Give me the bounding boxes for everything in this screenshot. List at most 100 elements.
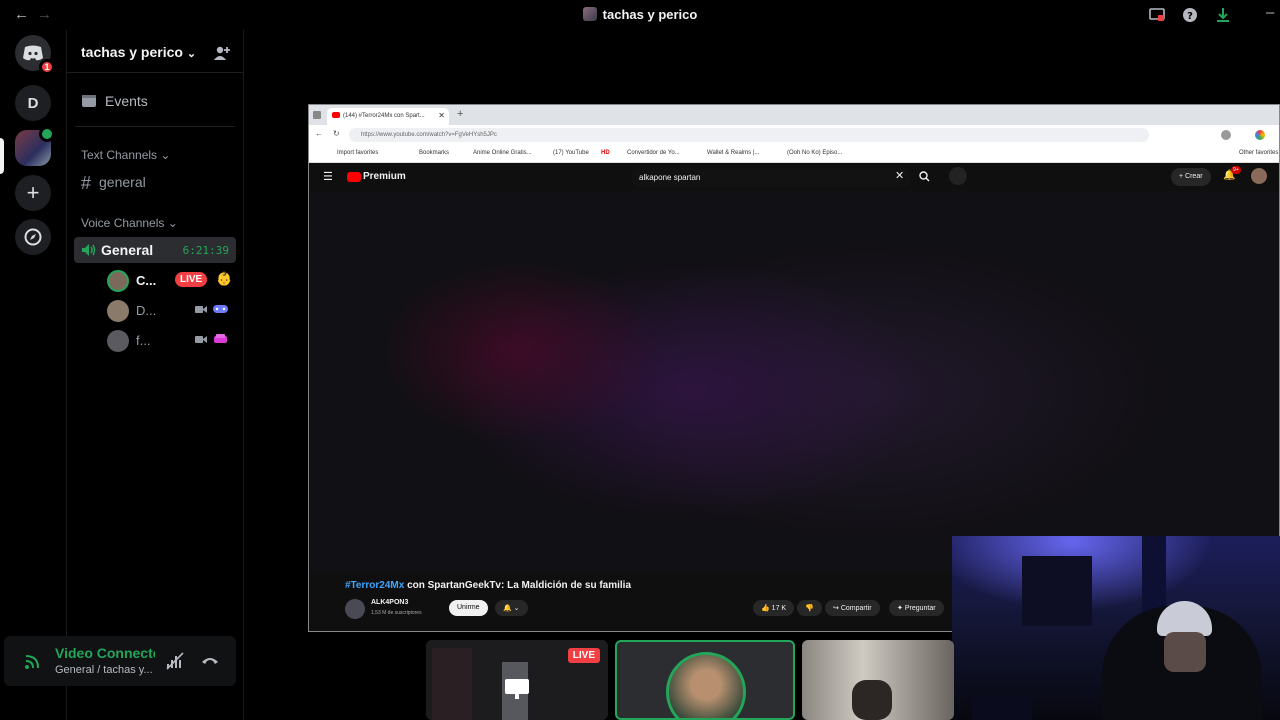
server-icon xyxy=(582,7,597,21)
category-text-channels[interactable]: Text Channels ⌄ xyxy=(81,148,170,162)
voice-channel-name: General xyxy=(101,242,154,258)
camera-tile-speaking[interactable] xyxy=(615,640,795,720)
subscribed-bell-button[interactable]: 🔔 ⌄ xyxy=(495,600,528,616)
bookmark-item[interactable]: Import favorites xyxy=(337,150,378,156)
discord-home-icon[interactable]: 1 xyxy=(15,35,55,75)
share-button[interactable]: ↪ Compartir xyxy=(825,600,880,616)
youtube-search-input[interactable]: alkapone spartan xyxy=(631,167,911,187)
bookmarks-bar: Import favorites Bookmarks Anime Online … xyxy=(309,145,1279,163)
download-icon[interactable] xyxy=(1215,7,1231,23)
voice-member[interactable]: C... LIVE 👶 xyxy=(107,269,233,292)
disconnect-icon[interactable] xyxy=(200,654,220,666)
screen-share-icon xyxy=(505,679,529,699)
server-tachas-y-perico[interactable] xyxy=(15,126,55,166)
youtube-logo-icon[interactable] xyxy=(347,172,361,182)
ask-button[interactable]: ✦ Preguntar xyxy=(889,600,944,616)
join-button[interactable]: Unirme xyxy=(449,600,488,616)
face xyxy=(1164,632,1206,672)
notification-badge: 1 xyxy=(39,59,55,75)
voice-channel-general[interactable]: General 6:21:39 xyxy=(74,237,236,263)
discover-compass-icon[interactable] xyxy=(15,219,51,255)
participant-tiles: LIVE xyxy=(426,640,954,720)
selected-indicator xyxy=(0,138,4,174)
subscriber-count: 1,53 M de suscriptores xyxy=(371,610,422,616)
bookmark-item[interactable]: Other favorites xyxy=(1239,150,1278,156)
bookmark-item[interactable]: Wallet & Realms |... xyxy=(707,150,759,156)
profile-icon[interactable] xyxy=(1221,130,1231,140)
camera-tile[interactable] xyxy=(802,640,954,720)
invite-people-icon[interactable] xyxy=(213,45,231,61)
activity-emoji-icon: 👶 xyxy=(216,271,233,286)
voice-location[interactable]: General / tachas y... xyxy=(55,664,153,676)
server-header[interactable]: tachas y perico ⌄ xyxy=(81,44,196,60)
noise-suppression-icon[interactable] xyxy=(166,652,184,670)
person xyxy=(852,680,892,720)
refresh-icon[interactable]: ↻ xyxy=(333,129,340,138)
voice-search-icon[interactable] xyxy=(949,167,967,185)
divider xyxy=(75,126,235,127)
sofa-activity-icon xyxy=(214,334,227,343)
divider xyxy=(67,72,243,73)
youtube-header: ☰ Premium alkapone spartan ✕ + Crear 🔔 9… xyxy=(309,163,1279,191)
category-voice-channels[interactable]: Voice Channels ⌄ xyxy=(81,216,178,230)
like-button[interactable]: 👍 17 K xyxy=(753,600,795,616)
stream-tile[interactable]: LIVE xyxy=(426,640,608,720)
browser-tab-active[interactable]: (144) #Terror24Mx con Spart... ✕ xyxy=(327,108,449,125)
copilot-icon[interactable] xyxy=(1255,130,1265,140)
voice-member[interactable]: f... xyxy=(107,329,232,352)
dislike-button[interactable]: 👎 xyxy=(797,600,822,616)
create-button[interactable]: + Crear xyxy=(1171,168,1211,186)
voice-status[interactable]: Video Connected xyxy=(55,645,155,661)
chevron-down-icon: ⌄ xyxy=(186,48,197,60)
bookmark-item[interactable]: HD xyxy=(601,150,610,156)
chevron-down-icon: ⌄ xyxy=(167,216,178,230)
close-tab-icon[interactable]: ✕ xyxy=(438,111,445,120)
server-list: 1 D + xyxy=(0,30,66,720)
poster xyxy=(1022,556,1092,626)
add-server-icon[interactable]: + xyxy=(15,175,51,211)
new-tab-icon[interactable]: + xyxy=(457,108,463,120)
browser-tab-bar: (144) #Terror24Mx con Spart... ✕ + xyxy=(309,105,1279,125)
webcam-stream[interactable] xyxy=(952,536,1280,720)
bookmark-item[interactable]: Convertidor de Yo... xyxy=(627,150,680,156)
bookmark-item[interactable]: Anime Online Gratis... xyxy=(473,150,532,156)
bookmark-item[interactable]: Bookmarks xyxy=(419,150,449,156)
search-icon[interactable] xyxy=(919,171,930,182)
window-title: tachas y perico xyxy=(0,7,1280,22)
hashtag-link[interactable]: #Terror24Mx xyxy=(345,580,404,591)
youtube-favicon-icon xyxy=(332,112,340,118)
channel-name[interactable]: ALK4PON3 xyxy=(371,599,408,606)
minimize-icon[interactable]: – xyxy=(1266,4,1274,21)
voice-timer: 6:21:39 xyxy=(182,244,229,257)
calendar-icon xyxy=(82,95,96,107)
desk xyxy=(972,696,1032,720)
account-avatar[interactable] xyxy=(1251,168,1267,184)
signal-icon xyxy=(25,655,39,669)
voice-member[interactable]: D... xyxy=(107,299,232,322)
notification-count-badge: 9+ xyxy=(1231,166,1241,174)
channel-sidebar: tachas y perico ⌄ Events Text Channels ⌄… xyxy=(66,30,244,720)
tile-preview xyxy=(432,648,472,720)
live-badge: LIVE xyxy=(175,272,208,287)
bookmark-item[interactable]: (Ooh No Ko) Episo... xyxy=(787,150,842,156)
help-icon[interactable]: ? xyxy=(1182,7,1198,23)
channel-avatar[interactable] xyxy=(345,599,365,619)
menu-icon[interactable]: ☰ xyxy=(323,170,333,183)
back-icon[interactable]: ← xyxy=(315,129,323,138)
video-player[interactable] xyxy=(309,191,1279,573)
bookmark-item[interactable]: (17) YouTube xyxy=(553,150,589,156)
events-item[interactable]: Events xyxy=(81,93,148,109)
youtube-premium-logo[interactable]: Premium xyxy=(363,171,406,182)
live-badge: LIVE xyxy=(567,648,600,663)
inbox-monitor-icon[interactable] xyxy=(1149,7,1165,23)
hashtag-icon: # xyxy=(81,173,92,193)
tab-actions-icon[interactable] xyxy=(313,111,321,119)
server-d[interactable]: D xyxy=(15,85,51,121)
avatar xyxy=(666,652,746,718)
url-input[interactable]: https://www.youtube.com/watch?v=FgVeHYsh… xyxy=(349,128,1149,142)
clear-search-icon[interactable]: ✕ xyxy=(895,169,904,182)
channel-general-text[interactable]: # general xyxy=(81,173,146,194)
video-title: #Terror24Mx con SpartanGeekTv: La Maldic… xyxy=(345,580,632,591)
window-titlebar: ← → tachas y perico ? – xyxy=(0,0,1280,30)
avatar xyxy=(107,330,129,352)
